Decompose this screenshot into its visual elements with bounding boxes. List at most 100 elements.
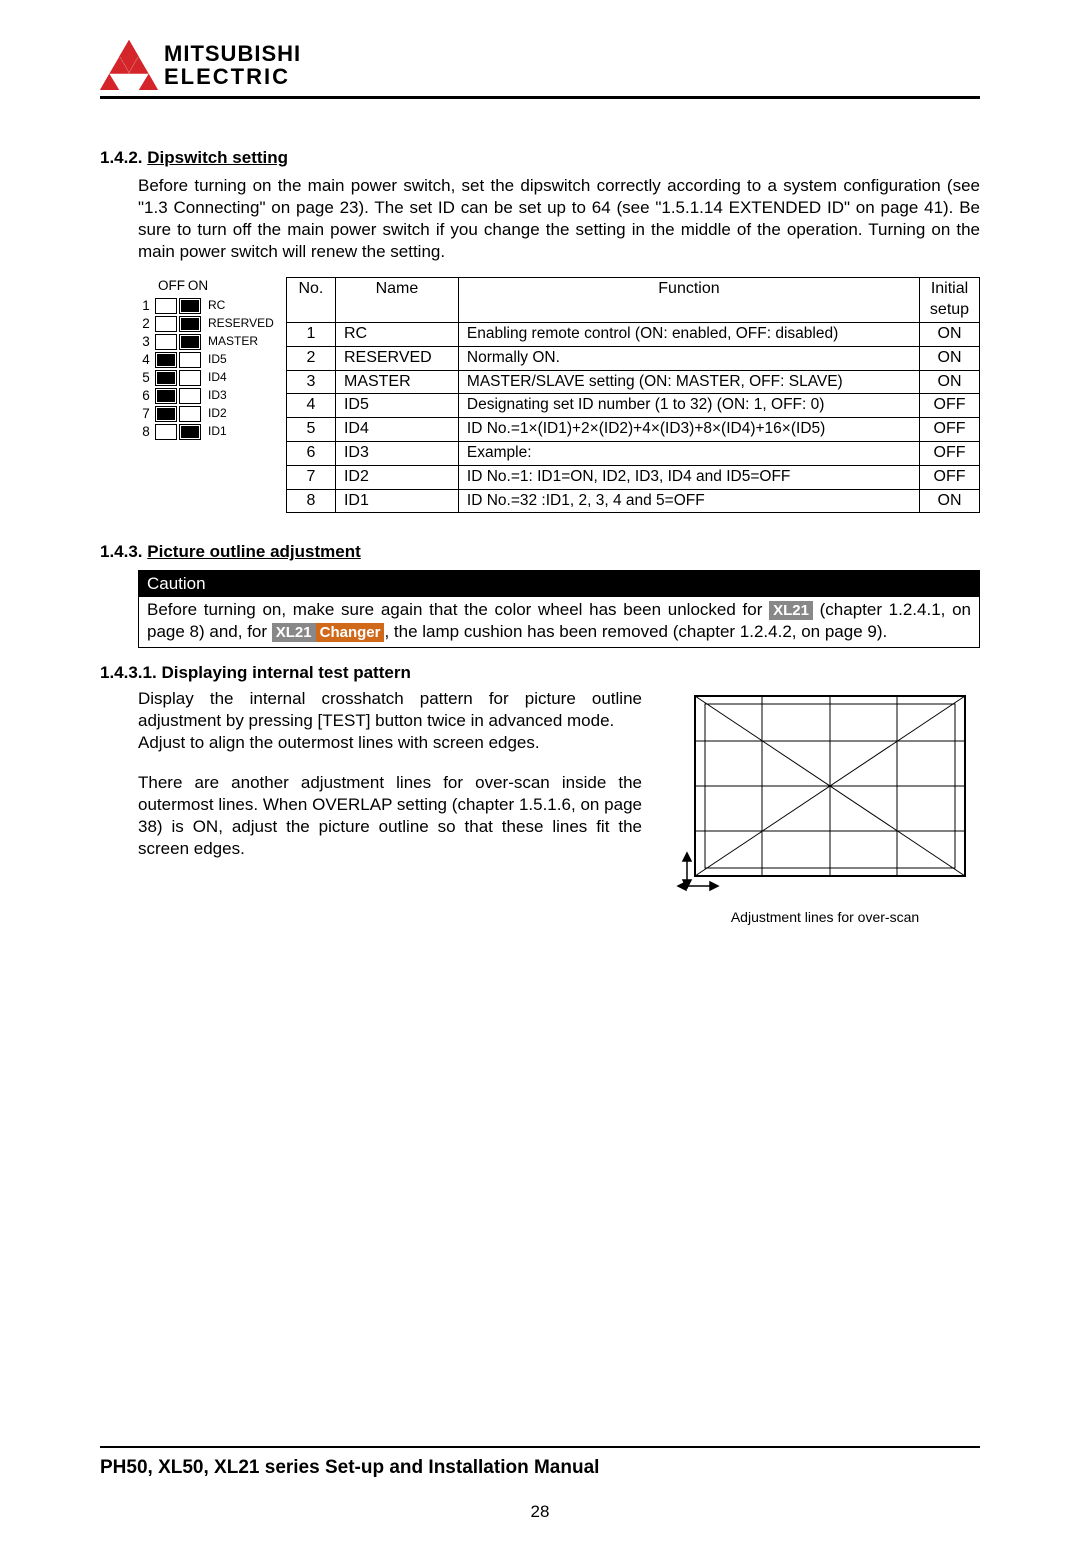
cell-no: 4 (286, 394, 335, 418)
dip-off-cell (155, 424, 177, 440)
dip-off-cell (155, 370, 177, 386)
dip-row: 1 RC (138, 297, 274, 315)
crosshatch-icon (675, 688, 975, 898)
dip-on-cell (179, 388, 201, 404)
section-143-title: Picture outline adjustment (147, 542, 360, 561)
dip-on-cell (179, 352, 201, 368)
caution-text3: , the lamp cushion has been removed (cha… (384, 622, 887, 641)
section-1431-heading: 1.4.3.1. Displaying internal test patter… (100, 662, 980, 684)
badge-xl21: XL21 (769, 601, 813, 621)
caution-title: Caution (139, 571, 214, 597)
cell-no: 3 (286, 370, 335, 394)
cell-name: ID4 (335, 418, 458, 442)
brand-text: MITSUBISHI ELECTRIC (164, 42, 301, 88)
dip-row: 8 ID1 (138, 423, 274, 441)
th-no: No. (286, 278, 335, 323)
badge-xl21b: XL21 (272, 623, 316, 643)
section-1431-body: Display the internal crosshatch pattern … (138, 688, 642, 861)
section-142-title: Dipswitch setting (147, 148, 288, 167)
cell-no: 5 (286, 418, 335, 442)
brand-line1: MITSUBISHI (164, 42, 301, 65)
dip-row-label: RC (202, 298, 225, 314)
cell-no: 6 (286, 442, 335, 466)
dip-on-label: ON (186, 277, 210, 295)
section-1431-title: Displaying internal test pattern (161, 663, 410, 682)
badge-changer: Changer (316, 623, 385, 643)
dip-off-cell (155, 298, 177, 314)
dip-row-label: ID2 (202, 406, 227, 422)
cell-function: Designating set ID number (1 to 32) (ON:… (458, 394, 919, 418)
table-row: 4ID5Designating set ID number (1 to 32) … (286, 394, 979, 418)
dip-off-label: OFF (158, 277, 182, 295)
dip-row-label: ID1 (202, 424, 227, 440)
cell-function: ID No.=1×(ID1)+2×(ID2)+4×(ID3)+8×(ID4)+1… (458, 418, 919, 442)
cell-function: ID No.=32 :ID1, 2, 3, 4 and 5=OFF (458, 489, 919, 513)
dip-on-cell (179, 406, 201, 422)
table-row: 1RCEnabling remote control (ON: enabled,… (286, 323, 979, 347)
table-row: 6ID3Example:OFF (286, 442, 979, 466)
table-row: 5ID4ID No.=1×(ID1)+2×(ID2)+4×(ID3)+8×(ID… (286, 418, 979, 442)
dip-off-cell (155, 406, 177, 422)
dip-on-cell (179, 298, 201, 314)
th-function: Function (458, 278, 919, 323)
th-name: Name (335, 278, 458, 323)
table-row: 7ID2 ID No.=1: ID1=ON, ID2, ID3, ID4 and… (286, 465, 979, 489)
footer-title: PH50, XL50, XL21 series Set-up and Insta… (100, 1456, 980, 1481)
cell-initial: OFF (920, 394, 980, 418)
table-row: 2RESERVEDNormally ON.ON (286, 346, 979, 370)
caution-body: Before turning on, make sure again that … (139, 597, 979, 647)
dip-row: 6ID3 (138, 387, 274, 405)
cell-no: 8 (286, 489, 335, 513)
p3: There are another adjustment lines for o… (138, 772, 642, 860)
dip-row: 7 ID2 (138, 405, 274, 423)
dip-num: 4 (138, 351, 154, 369)
th-initial: Initial setup (920, 278, 980, 323)
cell-initial: OFF (920, 442, 980, 466)
cell-function: Normally ON. (458, 346, 919, 370)
dip-row: 5ID4 (138, 369, 274, 387)
dip-num: 5 (138, 369, 154, 387)
dip-num: 6 (138, 387, 154, 405)
dip-on-cell (179, 334, 201, 350)
p2: Adjust to align the outermost lines with… (138, 732, 642, 754)
section-143-number: 1.4.3. (100, 542, 143, 561)
page-number: 28 (100, 1501, 980, 1523)
cell-name: ID5 (335, 394, 458, 418)
cell-name: RESERVED (335, 346, 458, 370)
cell-initial: OFF (920, 465, 980, 489)
dip-off-cell (155, 352, 177, 368)
dip-off-cell (155, 316, 177, 332)
section-143-heading: 1.4.3. Picture outline adjustment (100, 541, 980, 563)
dipswitch-table: No. Name Function Initial setup 1RCEnabl… (286, 277, 980, 513)
dip-on-cell (179, 316, 201, 332)
cell-name: ID3 (335, 442, 458, 466)
mitsubishi-logo: MITSUBISHI ELECTRIC (100, 40, 301, 90)
dip-row: 2RESERVED (138, 315, 274, 333)
p1: Display the internal crosshatch pattern … (138, 688, 642, 732)
cell-no: 7 (286, 465, 335, 489)
dip-on-cell (179, 424, 201, 440)
cell-function: MASTER/SLAVE setting (ON: MASTER, OFF: S… (458, 370, 919, 394)
dipswitch-diagram: OFF ON 1 RC2RESERVED3MASTER4ID55ID46ID37 I… (138, 277, 274, 441)
dip-num: 8 (138, 423, 154, 441)
brand-line2: ELECTRIC (164, 65, 301, 88)
cell-no: 2 (286, 346, 335, 370)
table-row: 3MASTERMASTER/SLAVE setting (ON: MASTER,… (286, 370, 979, 394)
cell-name: MASTER (335, 370, 458, 394)
dip-row-label: RESERVED (202, 316, 274, 332)
caution-text1: Before turning on, make sure again that … (147, 600, 769, 619)
cell-function: Example: (458, 442, 919, 466)
cell-name: RC (335, 323, 458, 347)
caution-box: Caution Before turning on, make sure aga… (138, 570, 980, 648)
cell-name: ID1 (335, 489, 458, 513)
dip-row: 3MASTER (138, 333, 274, 351)
cell-initial: OFF (920, 418, 980, 442)
dip-off-cell (155, 388, 177, 404)
dip-on-cell (179, 370, 201, 386)
cell-no: 1 (286, 323, 335, 347)
dip-row: 4ID5 (138, 351, 274, 369)
dip-num: 3 (138, 333, 154, 351)
dip-num: 1 (138, 297, 154, 315)
dip-num: 7 (138, 405, 154, 423)
cell-initial: ON (920, 346, 980, 370)
